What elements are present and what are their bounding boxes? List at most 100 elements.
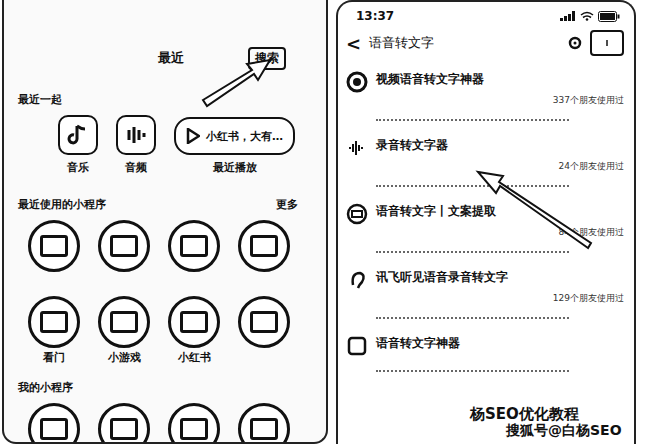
result-description	[376, 119, 569, 121]
result-description	[376, 370, 569, 372]
mini-program-icon-inner	[110, 235, 138, 257]
mini-program-icon	[28, 220, 80, 272]
recent-play-item[interactable]: 小红书，大有…最近播放	[174, 115, 295, 175]
mini-program-icon	[28, 403, 80, 444]
result-item[interactable]: 视频语音转文字神器 337个朋友使用过	[338, 63, 634, 129]
mini-program-icon-inner	[180, 235, 208, 257]
mini-program-icon-inner	[250, 418, 278, 440]
mini-program-item[interactable]	[162, 403, 226, 444]
audio-icon	[123, 122, 149, 148]
result-body: 录音转文字器 24个朋友使用过	[376, 137, 624, 187]
mini-program-icon	[238, 220, 290, 272]
result-item[interactable]: 语音转文字神器	[338, 327, 634, 391]
mini-program-icon	[238, 403, 290, 444]
music-icon	[65, 122, 91, 148]
result-name: 录音转文字器	[376, 137, 624, 154]
mini-program-item[interactable]	[232, 403, 296, 444]
more-link[interactable]: 更多	[276, 197, 298, 212]
result-description	[376, 317, 569, 319]
my-program-grid	[18, 403, 316, 444]
mini-program-item[interactable]	[232, 220, 296, 290]
result-body: 语音转文字丨文案提取84个朋友使用过	[376, 203, 624, 253]
annotation-arrows	[0, 0, 648, 444]
result-body: 讯飞听见语音录音转文字 129个朋友使用过	[376, 269, 624, 319]
mini-program-icon-inner	[110, 418, 138, 440]
target-icon	[568, 36, 582, 50]
result-meta: 337个朋友使用过	[376, 94, 624, 107]
mini-program-icon	[168, 403, 220, 444]
mini-section-header: 最近使用的小程序更多	[18, 197, 316, 212]
mini-program-item[interactable]	[162, 220, 226, 290]
result-count: 337个朋友使用过	[553, 94, 624, 107]
my-section-title: 我的小程序	[18, 380, 316, 395]
result-count: 24个朋友使用过	[559, 160, 624, 173]
result-body: 视频语音转文字神器 337个朋友使用过	[376, 71, 624, 121]
mini-program-icon-inner	[180, 418, 208, 440]
wifi-icon	[580, 11, 594, 21]
mini-program-item[interactable]	[22, 403, 86, 444]
waveform-icon	[346, 137, 368, 159]
target-icon	[346, 71, 368, 93]
play-icon	[186, 128, 200, 144]
section-label: 最近一起	[18, 92, 316, 107]
battery-icon	[598, 11, 620, 22]
mini-program-icon	[168, 220, 220, 272]
result-item[interactable]: 语音转文字丨文案提取84个朋友使用过	[338, 195, 634, 261]
result-item[interactable]: 讯飞听见语音录音转文字 129个朋友使用过	[338, 261, 634, 327]
search-results-screen: 13:37 < 语音转文字视频语音转文字神器 337个朋友使用过录音转文字器 24个朋友…	[336, 0, 636, 444]
close-icon	[602, 38, 612, 48]
result-name: 语音转文字神器	[376, 335, 624, 352]
mini-program-item[interactable]	[92, 220, 156, 290]
panel-header: 最近 搜索	[18, 44, 316, 72]
mini-program-item[interactable]	[22, 220, 86, 290]
result-description	[376, 185, 569, 187]
app-icon-box	[116, 115, 156, 155]
result-name: 语音转文字丨文案提取	[376, 203, 624, 220]
search-button[interactable]: 搜索	[248, 47, 286, 70]
mini-program-icon	[98, 220, 150, 272]
app-item[interactable]: 音频	[116, 115, 156, 175]
result-meta: 129个朋友使用过	[376, 292, 624, 305]
recent-play-pill[interactable]: 小红书，大有…	[174, 117, 295, 155]
result-icon-box	[346, 335, 368, 357]
mini-program-item[interactable]: 小红书	[162, 296, 226, 366]
app-item[interactable]: 音乐	[58, 115, 98, 175]
mini-program-icon-inner	[250, 311, 278, 333]
watermark: 杨SEO优化教程	[470, 405, 579, 424]
mini-program-item[interactable]: 看门	[22, 296, 86, 366]
mini-program-icon-inner	[250, 235, 278, 257]
mini-program-item[interactable]	[92, 403, 156, 444]
search-query[interactable]: 语音转文字	[369, 34, 560, 52]
result-item[interactable]: 录音转文字器 24个朋友使用过	[338, 129, 634, 195]
results-list: 视频语音转文字神器 337个朋友使用过录音转文字器 24个朋友使用过语音转文字丨文案…	[338, 63, 634, 391]
app-icon-box	[58, 115, 98, 155]
status-time: 13:37	[356, 9, 394, 23]
mini-program-icon-inner	[40, 418, 68, 440]
mini-program-icon	[168, 296, 220, 348]
apps-row: 音乐音频小红书，大有…最近播放	[18, 115, 316, 175]
result-name: 视频语音转文字神器	[376, 71, 624, 88]
pill-text: 小红书，大有…	[206, 129, 283, 144]
result-icon-box	[346, 71, 368, 93]
result-name: 讯飞听见语音录音转文字	[376, 269, 624, 286]
mini-program-icon-inner	[110, 311, 138, 333]
mini-program-item[interactable]: 小游戏	[92, 296, 156, 366]
mini-program-label: 小红书	[178, 350, 211, 365]
signal-icon	[560, 11, 576, 21]
close-box[interactable]	[590, 30, 624, 56]
mini-program-item[interactable]	[232, 296, 296, 366]
ear-icon	[346, 269, 368, 291]
mini-program-icon	[28, 296, 80, 348]
result-body: 语音转文字神器	[376, 335, 624, 383]
robot-icon	[346, 203, 368, 225]
mini-program-label: 小游戏	[108, 350, 141, 365]
mini-program-icon	[238, 296, 290, 348]
result-icon-box	[346, 203, 368, 225]
mini-program-icon	[98, 296, 150, 348]
mini-program-label: 看门	[43, 350, 65, 365]
mini-program-icon	[98, 403, 150, 444]
recent-label: 最近	[158, 49, 184, 67]
app-icon	[346, 335, 368, 357]
back-button[interactable]: <	[346, 33, 361, 54]
result-count: 129个朋友使用过	[553, 292, 624, 305]
